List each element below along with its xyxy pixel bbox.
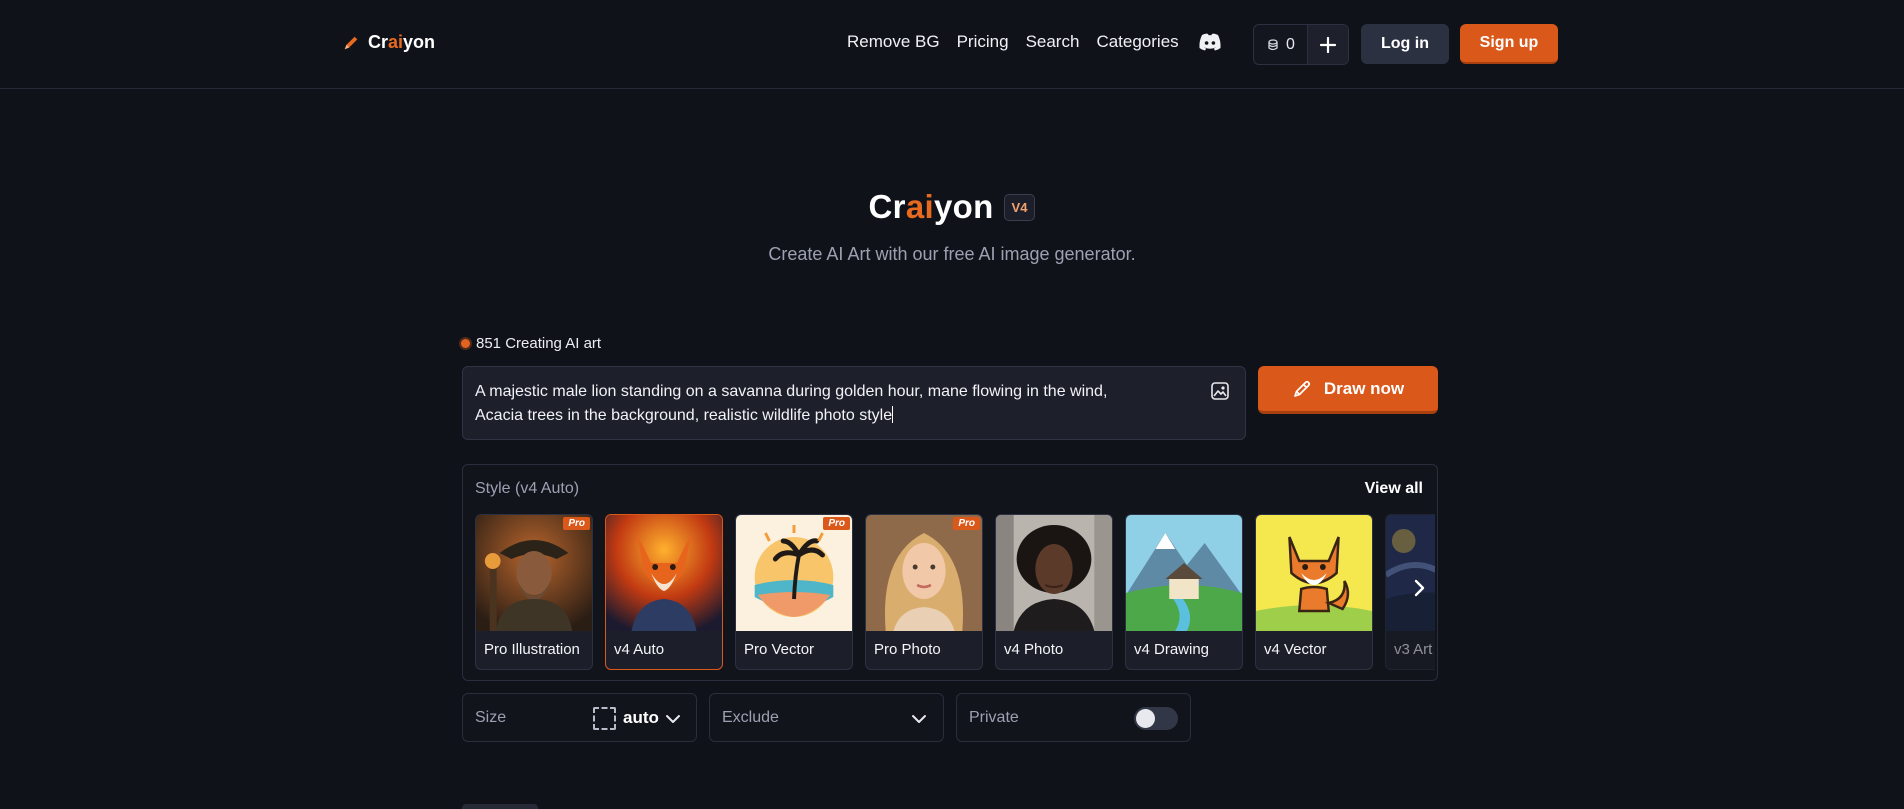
- style-card-pro-illustration[interactable]: Pro Pro Illustration: [475, 514, 593, 670]
- prompt-input[interactable]: A majestic male lion standing on a savan…: [462, 366, 1246, 440]
- status-dot-icon: [461, 339, 470, 348]
- add-credits-button[interactable]: [1308, 25, 1348, 64]
- section-tab-stub: [462, 804, 538, 809]
- logo-text-accent: ai: [388, 32, 404, 52]
- nav-categories[interactable]: Categories: [1096, 32, 1178, 52]
- aspect-ratio-icon: [593, 707, 616, 730]
- style-thumbnail: [476, 515, 592, 631]
- credits-box: 0: [1253, 24, 1349, 65]
- private-option: Private: [956, 693, 1191, 742]
- style-card-label: Pro Illustration: [484, 641, 580, 658]
- status-text: 851 Creating AI art: [476, 335, 602, 352]
- logo-text: Cr: [368, 32, 389, 52]
- logo[interactable]: Craiyon: [342, 32, 435, 53]
- style-card-v4-auto[interactable]: v4 Auto: [605, 514, 723, 670]
- style-thumbnail: [1256, 515, 1372, 631]
- credits-count[interactable]: 0: [1254, 25, 1308, 64]
- style-card-label: Pro Vector: [744, 641, 815, 658]
- exclude-select[interactable]: Exclude: [709, 693, 944, 742]
- chevron-down-icon: [912, 715, 926, 723]
- style-card-pro-photo[interactable]: Pro Pro Photo: [865, 514, 983, 670]
- crayon-icon: [344, 36, 358, 49]
- style-card-label: v4 Drawing: [1134, 641, 1210, 658]
- crayon-outline-icon: [1293, 380, 1310, 397]
- hero-brand: Craiyon: [869, 188, 994, 226]
- hero-brand-end: yon: [933, 188, 994, 225]
- style-thumbnail: [606, 515, 722, 631]
- size-select[interactable]: Size auto: [462, 693, 697, 742]
- size-value: auto: [623, 708, 659, 727]
- chevron-down-icon: [666, 715, 680, 723]
- style-card-label: Pro Photo: [874, 641, 941, 658]
- style-card-label: v3 Art: [1394, 641, 1433, 658]
- style-card-v4-vector[interactable]: v4 Vector: [1255, 514, 1373, 670]
- logo-text-end: yon: [403, 32, 436, 52]
- pro-tag: Pro: [563, 517, 590, 530]
- style-picker-label: Style (v4 Auto): [475, 480, 580, 497]
- style-card-pro-vector[interactable]: Pro Pro Vector: [735, 514, 853, 670]
- prompt-line-1: A majestic male lion standing on a savan…: [475, 383, 1108, 400]
- style-thumbnail: [866, 515, 982, 631]
- style-thumbnail: [1386, 515, 1435, 631]
- top-navbar: Craiyon Remove BG Pricing Search Categor…: [0, 0, 1904, 89]
- credits-value: 0: [1286, 35, 1295, 53]
- style-cards: Pro Pro Illustration v4 Auto Pro Pro Vec…: [475, 514, 1435, 672]
- hero-brand-accent: ai: [905, 188, 934, 225]
- generation-status: 851 Creating AI art: [461, 335, 601, 352]
- style-card-v4-photo[interactable]: v4 Photo: [995, 514, 1113, 670]
- pro-tag: Pro: [953, 517, 980, 530]
- signup-button[interactable]: Sign up: [1460, 24, 1558, 64]
- main-nav: Remove BG Pricing Search Categories: [847, 32, 1222, 52]
- nav-search[interactable]: Search: [1026, 32, 1080, 52]
- coins-icon: [1268, 38, 1278, 50]
- style-thumbnail: [996, 515, 1112, 631]
- private-label: Private: [969, 709, 1019, 726]
- hero-title: Craiyon V4: [0, 188, 1904, 226]
- style-thumbnail: [736, 515, 852, 631]
- login-button[interactable]: Log in: [1361, 24, 1449, 64]
- hero-brand-text: Cr: [868, 188, 906, 225]
- discord-icon[interactable]: [1198, 32, 1222, 52]
- nav-remove-bg[interactable]: Remove BG: [847, 32, 940, 52]
- chevron-right-icon[interactable]: [1407, 576, 1431, 600]
- nav-pricing[interactable]: Pricing: [957, 32, 1009, 52]
- hero-subtitle: Create AI Art with our free AI image gen…: [768, 244, 1136, 264]
- text-caret: [892, 406, 894, 423]
- style-picker: Style (v4 Auto) View all Pro Pro Illustr…: [462, 464, 1438, 681]
- draw-now-button[interactable]: Draw now: [1258, 366, 1438, 414]
- prompt-line-2: Acacia trees in the background, realisti…: [475, 407, 893, 424]
- toggle-knob: [1136, 709, 1155, 728]
- plus-icon: [1319, 36, 1337, 53]
- pro-tag: Pro: [823, 517, 850, 530]
- style-card-label: v4 Photo: [1004, 641, 1064, 658]
- style-card-v4-drawing[interactable]: v4 Drawing: [1125, 514, 1243, 670]
- private-toggle[interactable]: [1134, 707, 1178, 730]
- exclude-label: Exclude: [722, 709, 779, 726]
- version-badge: V4: [1003, 193, 1036, 221]
- size-label: Size: [475, 709, 507, 726]
- image-upload-icon[interactable]: [1210, 381, 1230, 401]
- style-thumbnail: [1126, 515, 1242, 631]
- style-card-label: v4 Auto: [614, 641, 665, 658]
- view-all-styles-link[interactable]: View all: [1365, 480, 1423, 498]
- style-card-label: v4 Vector: [1264, 641, 1327, 658]
- draw-now-label: Draw now: [1323, 378, 1405, 398]
